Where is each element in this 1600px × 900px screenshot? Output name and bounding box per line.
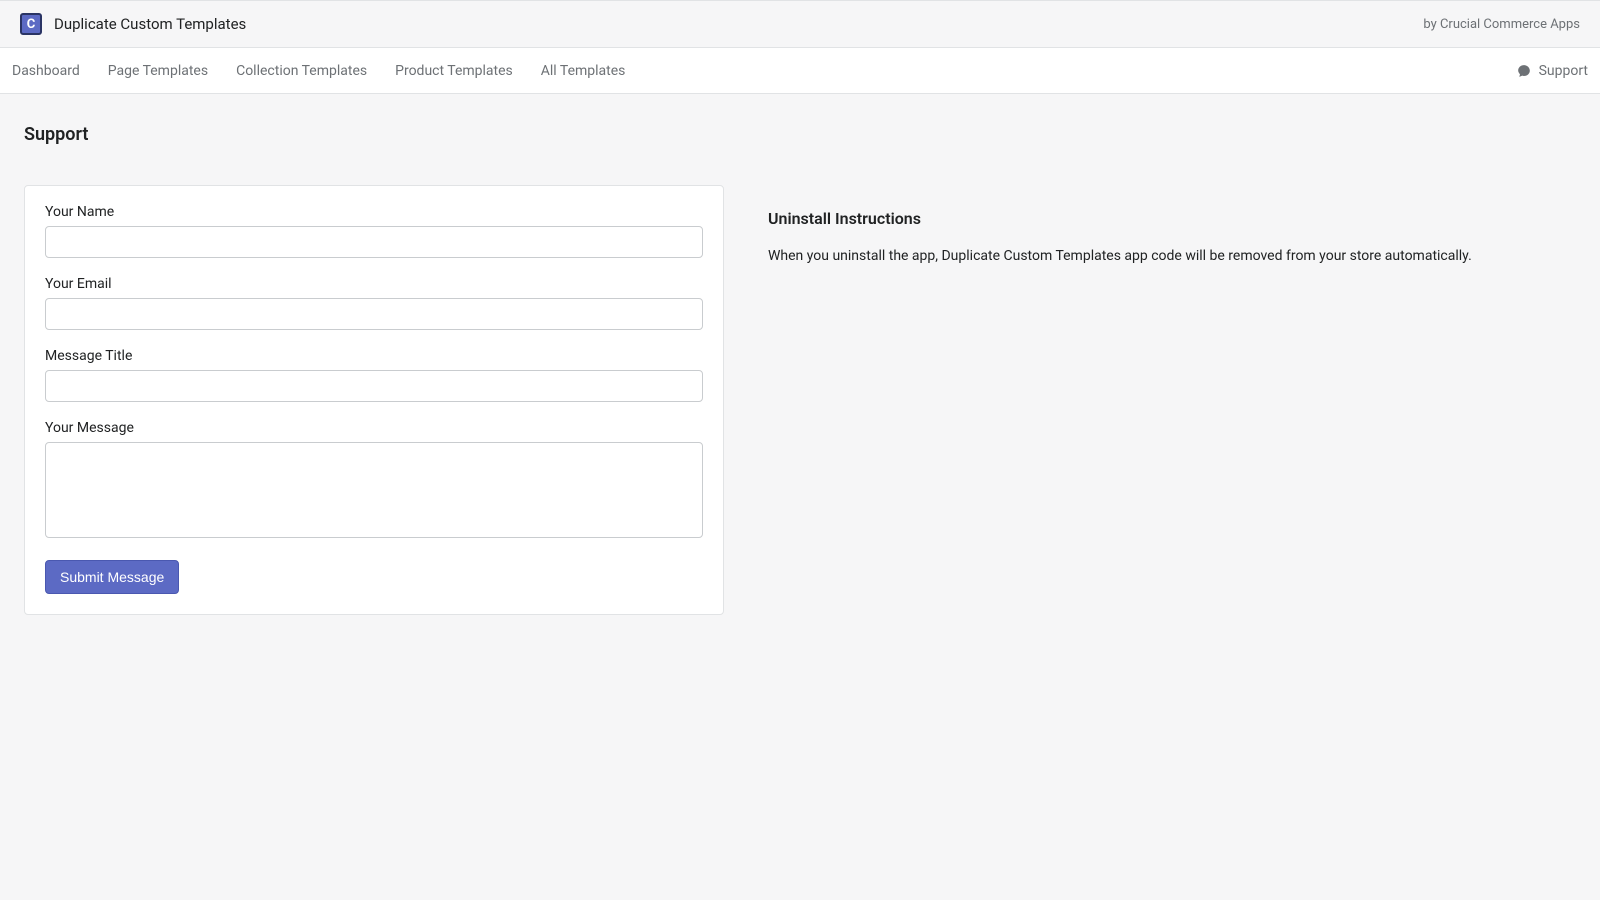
- nav-all-templates[interactable]: All Templates: [541, 59, 626, 83]
- topbar-left: C Duplicate Custom Templates: [20, 13, 246, 35]
- byline: by Crucial Commerce Apps: [1423, 17, 1580, 32]
- topbar: C Duplicate Custom Templates by Crucial …: [0, 0, 1600, 48]
- form-group-email: Your Email: [45, 276, 703, 330]
- info-column: Uninstall Instructions When you uninstal…: [768, 185, 1576, 267]
- name-input[interactable]: [45, 226, 703, 258]
- message-label: Your Message: [45, 420, 703, 436]
- email-input[interactable]: [45, 298, 703, 330]
- app-title: Duplicate Custom Templates: [54, 15, 246, 33]
- uninstall-text: When you uninstall the app, Duplicate Cu…: [768, 246, 1576, 267]
- two-column-layout: Your Name Your Email Message Title Your …: [24, 185, 1576, 615]
- email-label: Your Email: [45, 276, 703, 292]
- message-textarea[interactable]: [45, 442, 703, 538]
- nav-collection-templates[interactable]: Collection Templates: [236, 59, 367, 83]
- nav-support[interactable]: Support: [1517, 63, 1588, 79]
- nav-page-templates[interactable]: Page Templates: [108, 59, 208, 83]
- form-group-message: Your Message: [45, 420, 703, 542]
- uninstall-heading: Uninstall Instructions: [768, 209, 1576, 228]
- nav-product-templates[interactable]: Product Templates: [395, 59, 513, 83]
- form-group-name: Your Name: [45, 204, 703, 258]
- nav-left: Dashboard Page Templates Collection Temp…: [12, 59, 625, 83]
- message-title-input[interactable]: [45, 370, 703, 402]
- support-form-card: Your Name Your Email Message Title Your …: [24, 185, 724, 615]
- chat-icon: [1517, 64, 1531, 78]
- form-group-title: Message Title: [45, 348, 703, 402]
- navbar: Dashboard Page Templates Collection Temp…: [0, 48, 1600, 94]
- page-content: Support Your Name Your Email Message Tit…: [0, 94, 1600, 645]
- message-title-label: Message Title: [45, 348, 703, 364]
- submit-button[interactable]: Submit Message: [45, 560, 179, 594]
- name-label: Your Name: [45, 204, 703, 220]
- page-heading: Support: [24, 124, 1576, 145]
- nav-support-label: Support: [1539, 63, 1588, 79]
- app-logo-icon: C: [20, 13, 42, 35]
- nav-dashboard[interactable]: Dashboard: [12, 59, 80, 83]
